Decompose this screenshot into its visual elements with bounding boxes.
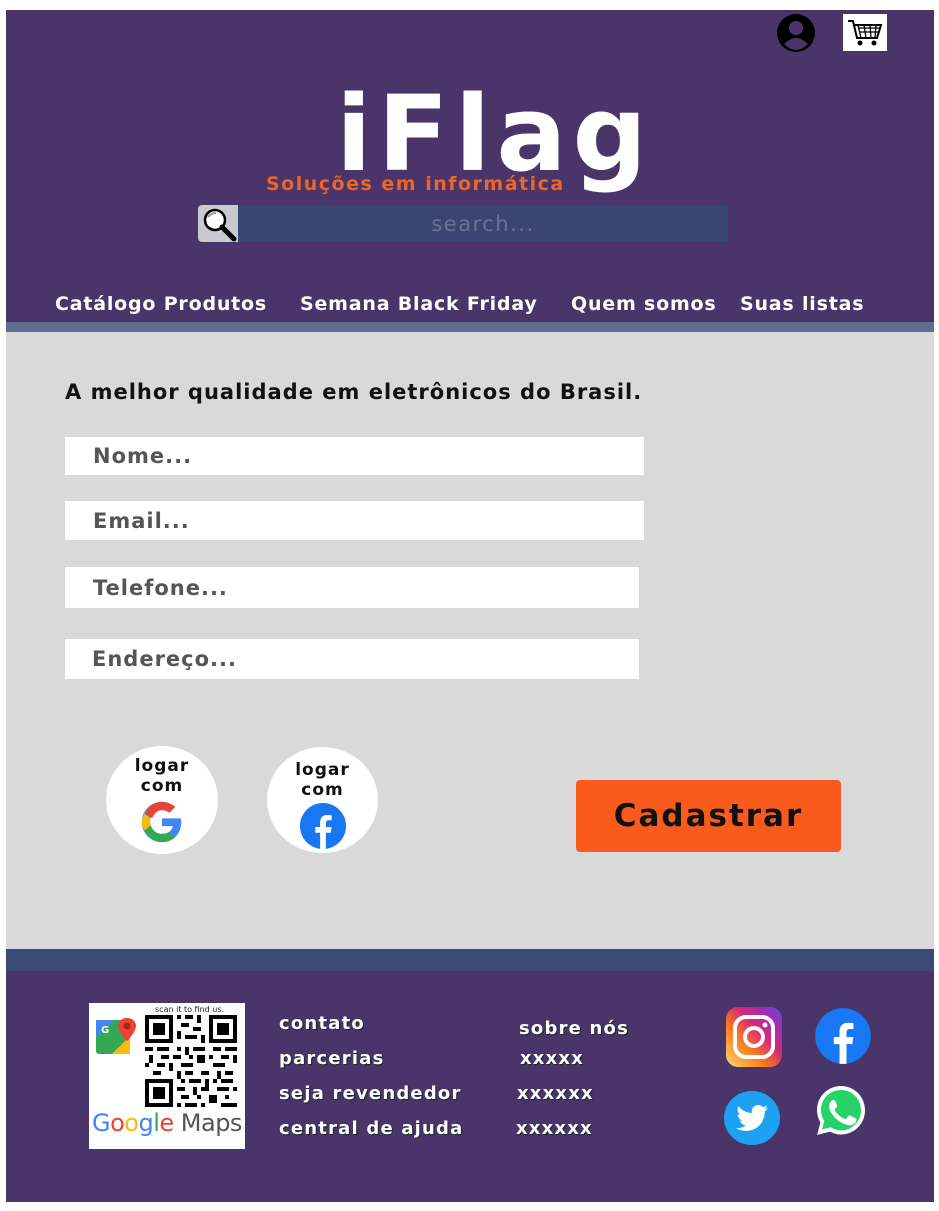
tagline: Soluções em informática	[266, 173, 565, 195]
footer-divider	[6, 949, 934, 971]
logo[interactable]: iFlag	[336, 82, 653, 186]
cart-button[interactable]	[843, 14, 887, 51]
login-google-button[interactable]: logar com	[106, 746, 218, 854]
telefone-input[interactable]	[65, 567, 639, 608]
nav-catalogo[interactable]: Catálogo Produtos	[55, 293, 267, 315]
qr-code-icon	[145, 1015, 237, 1107]
google-maps-qr[interactable]: scan it to find us. G Google Maps	[89, 1003, 245, 1149]
search-bar	[198, 205, 728, 242]
footer-link-sobre-nos[interactable]: sobre nós	[519, 1018, 629, 1039]
footer-link-placeholder-2[interactable]: xxxxxx	[517, 1083, 594, 1104]
nav-quem-somos[interactable]: Quem somos	[571, 293, 717, 315]
whatsapp-icon[interactable]	[814, 1083, 868, 1139]
facebook-social-icon[interactable]	[814, 1006, 872, 1066]
google-icon	[141, 801, 182, 843]
page: iFlag Soluções em informática Catálogo P…	[6, 10, 934, 1202]
endereco-input[interactable]	[65, 639, 639, 679]
google-maps-pin-icon: G	[96, 1018, 136, 1054]
search-input[interactable]	[242, 205, 724, 242]
login-facebook-label: logar com	[295, 760, 350, 800]
footer-link-placeholder-1[interactable]: xxxxx	[520, 1048, 584, 1069]
facebook-icon	[299, 802, 346, 850]
footer-link-revendedor[interactable]: seja revendedor	[279, 1083, 462, 1104]
cart-icon	[848, 20, 883, 46]
login-facebook-button[interactable]: logar com	[267, 747, 378, 853]
nav-suas-listas[interactable]: Suas listas	[740, 293, 864, 315]
twitter-icon[interactable]	[723, 1090, 781, 1146]
instagram-icon[interactable]	[726, 1007, 782, 1067]
search-icon	[203, 208, 237, 242]
header-divider	[6, 322, 934, 332]
signup-section: A melhor qualidade em eletrônicos do Bra…	[6, 332, 934, 949]
headline: A melhor qualidade em eletrônicos do Bra…	[65, 380, 643, 404]
header: iFlag Soluções em informática Catálogo P…	[6, 10, 934, 332]
footer-link-contato[interactable]: contato	[279, 1013, 365, 1034]
footer-link-central-ajuda[interactable]: central de ajuda	[279, 1118, 463, 1139]
svg-text:G: G	[101, 1025, 109, 1036]
search-button[interactable]	[198, 205, 238, 242]
footer-link-placeholder-3[interactable]: xxxxxx	[516, 1118, 593, 1139]
login-google-label: logar com	[134, 756, 190, 796]
footer: scan it to find us. G Google Maps contat…	[6, 971, 934, 1202]
cadastrar-button[interactable]: Cadastrar	[576, 780, 841, 852]
footer-link-parcerias[interactable]: parcerias	[279, 1048, 385, 1069]
nome-input[interactable]	[65, 437, 644, 475]
google-maps-label: Google Maps	[92, 1109, 242, 1137]
user-account-icon[interactable]	[776, 13, 816, 53]
nav-black-friday[interactable]: Semana Black Friday	[300, 293, 538, 315]
qr-caption: scan it to find us.	[155, 1005, 225, 1014]
email-input[interactable]	[65, 501, 644, 540]
